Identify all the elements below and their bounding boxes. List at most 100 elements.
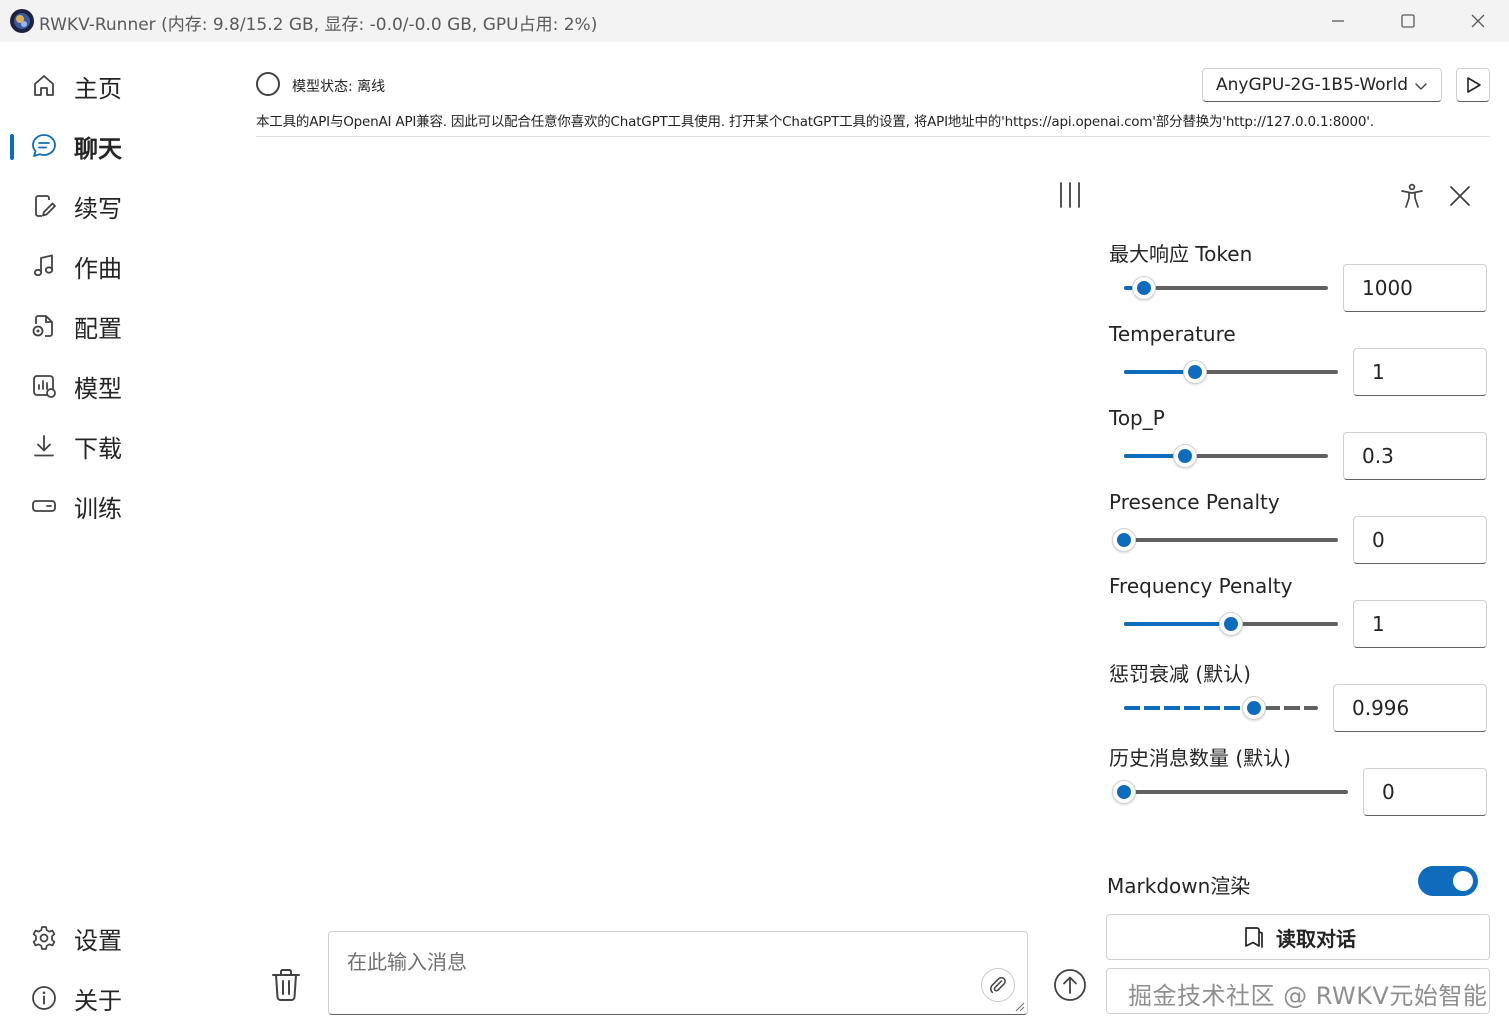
watermark: 掘金技术社区 @ RWKV元始智能 [1128, 982, 1488, 1010]
drive-icon [30, 492, 58, 520]
max-tokens-slider[interactable] [1124, 276, 1328, 300]
home-icon [30, 72, 58, 100]
model-select[interactable]: AnyGPU-2G-1B5-World [1202, 68, 1442, 102]
model-status-text: 模型状态: 离线 [292, 79, 386, 95]
clear-chat-button[interactable] [268, 966, 304, 1004]
title-bar: RWKV-Runner (内存: 9.8/15.2 GB, 显存: -0.0/-… [0, 0, 1509, 42]
max-tokens-input[interactable]: 1000 [1343, 264, 1487, 312]
active-indicator [10, 134, 14, 160]
sidebar-item-label: 作曲 [74, 254, 122, 283]
run-model-button[interactable] [1456, 68, 1490, 102]
toggle-knob [1453, 871, 1473, 891]
slider-thumb[interactable] [1219, 612, 1243, 636]
data-usage-icon [30, 372, 58, 400]
document-settings-icon [30, 312, 58, 340]
message-input[interactable]: 在此输入消息 [328, 931, 1028, 1015]
sidebar-item-label: 关于 [74, 986, 122, 1015]
resize-grip-icon[interactable] [1013, 1000, 1025, 1012]
person-accessibility-icon [1401, 183, 1423, 208]
attach-icon [990, 976, 1006, 994]
history-count-label: 历史消息数量 (默认) [1109, 746, 1291, 770]
window-title: RWKV-Runner (内存: 9.8/15.2 GB, 显存: -0.0/-… [39, 15, 598, 35]
music-note-icon [30, 252, 58, 280]
slider-fill [1124, 622, 1231, 626]
sidebar-item-label: 训练 [74, 494, 122, 523]
sidebar-item-label: 续写 [74, 194, 122, 223]
sidebar-item-label: 设置 [74, 926, 122, 955]
sidebar-item-label: 模型 [74, 374, 122, 403]
slider-thumb[interactable] [1241, 696, 1266, 720]
app-logo-icon [10, 9, 34, 33]
close-window-button[interactable] [1448, 4, 1508, 38]
sidebar-item-configs[interactable]: 配置 [0, 302, 200, 350]
slider-track [1124, 538, 1338, 542]
history-count-input[interactable]: 0 [1363, 768, 1487, 816]
close-panel-button[interactable] [1444, 180, 1476, 212]
markdown-render-toggle[interactable] [1418, 866, 1478, 896]
model-select-value: AnyGPU-2G-1B5-World [1216, 75, 1409, 95]
frequency-penalty-label: Frequency Penalty [1109, 574, 1293, 598]
sidebar-item-downloads[interactable]: 下载 [0, 422, 200, 470]
arrow-up-circle-icon [1054, 969, 1086, 1001]
temperature-slider[interactable] [1124, 360, 1338, 384]
sidebar-item-composition[interactable]: 作曲 [0, 242, 200, 290]
info-icon [30, 984, 58, 1012]
sidebar-item-label: 下载 [74, 434, 122, 463]
download-icon [30, 432, 58, 460]
book-icon [1245, 927, 1263, 948]
maximize-button[interactable] [1378, 4, 1438, 38]
presence-penalty-input[interactable]: 0 [1353, 516, 1487, 564]
markdown-render-label: Markdown渲染 [1107, 874, 1251, 898]
top-p-label: Top_P [1109, 406, 1165, 430]
send-button[interactable] [1053, 968, 1087, 1002]
panel-resize-handle[interactable] [1056, 180, 1084, 210]
maximize-icon [1401, 14, 1415, 28]
sidebar-item-label: 聊天 [74, 134, 122, 163]
minimize-button[interactable] [1308, 4, 1368, 38]
document-edit-icon [30, 192, 58, 220]
chat-icon [30, 132, 58, 160]
presets-button[interactable] [1396, 180, 1428, 212]
penalty-decay-slider[interactable] [1124, 696, 1318, 720]
minimize-icon [1332, 20, 1344, 22]
slider-track [1124, 790, 1348, 794]
slider-thumb[interactable] [1132, 276, 1157, 300]
sidebar-item-home[interactable]: 主页 [0, 62, 200, 110]
sidebar-item-train[interactable]: 训练 [0, 482, 200, 530]
sidebar-item-settings[interactable]: 设置 [0, 914, 200, 962]
attach-button[interactable] [981, 968, 1015, 1002]
slider-thumb[interactable] [1112, 780, 1136, 804]
top-p-slider[interactable] [1124, 444, 1328, 468]
model-status-indicator [256, 72, 280, 96]
sidebar-item-about[interactable]: 关于 [0, 974, 200, 1022]
temperature-input[interactable]: 1 [1353, 348, 1487, 396]
message-input-placeholder: 在此输入消息 [347, 950, 467, 974]
frequency-penalty-input[interactable]: 1 [1353, 600, 1487, 648]
slider-thumb[interactable] [1112, 528, 1136, 552]
history-count-slider[interactable] [1112, 780, 1348, 804]
penalty-decay-input[interactable]: 0.996 [1333, 684, 1487, 732]
sidebar-item-completion[interactable]: 续写 [0, 182, 200, 230]
presence-penalty-slider[interactable] [1112, 528, 1338, 552]
sidebar-item-label: 配置 [74, 314, 122, 343]
divider [256, 136, 1490, 137]
slider-thumb[interactable] [1182, 360, 1207, 384]
close-icon [1450, 186, 1470, 206]
read-conversation-button[interactable]: 读取对话 [1106, 914, 1490, 960]
slider-thumb[interactable] [1173, 444, 1198, 468]
slider-fill [1124, 706, 1254, 710]
play-icon [1467, 77, 1481, 93]
sidebar: 主页 聊天 续写 作曲 配置 模型 下载 训练 设置 关于 [0, 42, 230, 1034]
frequency-penalty-slider[interactable] [1124, 612, 1338, 636]
top-p-input[interactable]: 0.3 [1343, 432, 1487, 480]
temperature-label: Temperature [1109, 322, 1236, 346]
gear-icon [30, 924, 58, 952]
sidebar-item-chat[interactable]: 聊天 [0, 122, 200, 170]
close-icon [1471, 14, 1485, 28]
penalty-decay-label: 惩罚衰减 (默认) [1109, 662, 1251, 686]
max-tokens-label: 最大响应 Token [1109, 242, 1253, 266]
api-compat-info: 本工具的API与OpenAI API兼容. 因此可以配合任意你喜欢的ChatGP… [256, 114, 1374, 130]
trash-icon [272, 969, 300, 1001]
chevron-down-icon [1415, 83, 1427, 90]
sidebar-item-models[interactable]: 模型 [0, 362, 200, 410]
